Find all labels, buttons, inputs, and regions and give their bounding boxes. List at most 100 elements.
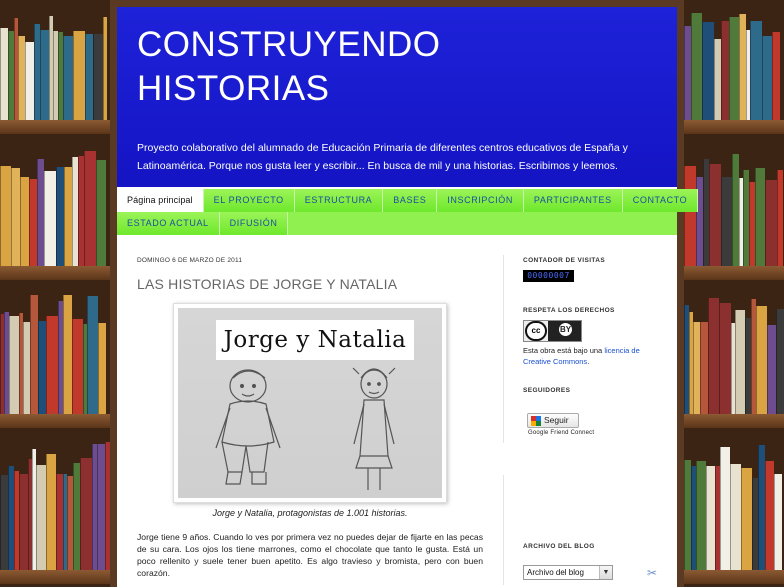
book-spine: [0, 28, 8, 120]
jorge-figure: [215, 369, 281, 485]
tab-contacto[interactable]: CONTACTO: [622, 189, 699, 212]
counter-widget-title: CONTADOR DE VISITAS: [523, 257, 606, 264]
book-spine: [700, 322, 708, 414]
post-image[interactable]: Jorge y Natalia: [173, 303, 447, 503]
license-text: Esta obra está bajo una licencia de Crea…: [523, 345, 651, 367]
book-spine: [97, 444, 105, 570]
book-spine: [63, 36, 73, 120]
tab-estructura[interactable]: ESTRUCTURA: [294, 189, 384, 212]
book-spine: [750, 21, 762, 120]
book-spine: [755, 168, 765, 266]
tab-difusion[interactable]: DIFUSIÓN: [219, 212, 289, 235]
book-spine: [762, 36, 772, 120]
blog-title-line2[interactable]: HISTORIAS: [137, 67, 577, 111]
children-drawing: [215, 367, 396, 490]
main-nav: Página principal EL PROYECTO ESTRUCTURA …: [117, 189, 699, 235]
book-spine: [56, 167, 64, 266]
archive-selected: Archivo del blog: [527, 568, 584, 577]
book-spine: [25, 42, 34, 120]
blog-page: CONSTRUYENDO HISTORIAS Proyecto colabora…: [117, 7, 699, 587]
book-spine: [720, 447, 730, 570]
post-title[interactable]: LAS HISTORIAS DE JORGE Y NATALIA: [137, 276, 397, 292]
book-spine: [696, 461, 706, 570]
book-spine: [758, 445, 765, 570]
book-spine: [84, 151, 96, 266]
blog-title-line1[interactable]: CONSTRUYENDO: [137, 23, 577, 67]
tab-estado-actual[interactable]: ESTADO ACTUAL: [117, 212, 220, 235]
tab-inscripcion[interactable]: INSCRIPCIÓN: [437, 189, 524, 212]
book-spine: [691, 13, 702, 120]
book-spine: [105, 442, 110, 570]
book-spine: [64, 167, 72, 266]
image-caption: Jorge y Natalia, protagonistas de 1.001 …: [212, 508, 408, 518]
license-suffix: .: [587, 357, 590, 366]
book-spine: [11, 168, 20, 266]
creative-commons-icon: cc: [525, 321, 547, 341]
attribution-label: BY: [559, 323, 572, 336]
book-spine: [714, 39, 721, 120]
book-spine: [732, 154, 739, 266]
book-spine: [776, 309, 784, 414]
book-spine: [72, 319, 83, 414]
book-spine: [98, 323, 106, 414]
book-spine: [20, 177, 29, 266]
tab-pagina-principal[interactable]: Página principal: [117, 189, 204, 212]
book-spine: [706, 466, 715, 570]
book-spine: [708, 298, 719, 414]
book-spine: [693, 322, 700, 414]
book-spine: [80, 458, 92, 570]
book-spine: [756, 306, 767, 414]
follow-label: Seguir: [544, 415, 569, 425]
book-spine: [44, 171, 56, 266]
chevron-down-icon[interactable]: ▼: [599, 566, 612, 579]
book-spine: [684, 166, 696, 266]
book-spine: [739, 14, 746, 120]
book-spine: [18, 36, 25, 120]
book-spine: [765, 180, 777, 266]
illustration-canvas: Jorge y Natalia: [178, 308, 442, 498]
tab-bases[interactable]: BASES: [383, 189, 438, 212]
book-spine: [767, 325, 776, 414]
book-spine: [46, 316, 58, 414]
book-spine: [73, 463, 80, 570]
book-spine: [85, 34, 93, 120]
book-spine: [56, 474, 63, 570]
nav-row-1: Página principal EL PROYECTO ESTRUCTURA …: [117, 189, 699, 212]
book-spine: [741, 468, 752, 570]
book-spine: [729, 17, 739, 120]
blog-description: Proyecto colaborativo del alumnado de Ed…: [137, 142, 628, 172]
tab-participantes[interactable]: PARTICIPANTES: [523, 189, 623, 212]
archive-widget-title: ARCHIVO DEL BLOG: [523, 543, 595, 550]
followers-widget-title: SEGUIDORES: [523, 387, 571, 394]
book-spine: [40, 30, 49, 120]
visit-counter: 00000007: [523, 270, 574, 282]
bookshelf-left: [0, 0, 110, 587]
creative-commons-badge[interactable]: cc BY: [523, 320, 582, 342]
book-spine: [765, 461, 774, 570]
book-spine: [37, 159, 44, 266]
archive-dropdown[interactable]: Archivo del blog ▼: [523, 565, 613, 580]
tab-el-proyecto[interactable]: EL PROYECTO: [203, 189, 295, 212]
blog-header: CONSTRUYENDO HISTORIAS Proyecto colabora…: [117, 7, 677, 187]
wrench-icon[interactable]: ✂: [647, 566, 661, 580]
license-prefix: Esta obra está bajo una: [523, 346, 605, 355]
book-spine: [36, 465, 46, 570]
book-spine: [19, 474, 28, 570]
blog-title[interactable]: CONSTRUYENDO HISTORIAS: [137, 23, 577, 111]
book-spine: [719, 303, 731, 414]
column-divider: [503, 475, 504, 585]
book-spine: [103, 17, 107, 120]
column-divider: [503, 255, 504, 443]
book-spine: [777, 170, 783, 266]
book-spine: [772, 32, 780, 120]
book-spine: [30, 295, 38, 414]
book-spine: [87, 296, 98, 414]
follow-button[interactable]: Seguir: [527, 413, 579, 428]
book-spine: [709, 164, 721, 266]
google-friend-connect-label: Google Friend Connect: [528, 430, 595, 436]
book-spine: [96, 160, 106, 266]
book-spine: [46, 454, 56, 570]
book-spine: [0, 475, 8, 570]
book-spine: [774, 474, 782, 570]
book-spine: [721, 177, 732, 266]
